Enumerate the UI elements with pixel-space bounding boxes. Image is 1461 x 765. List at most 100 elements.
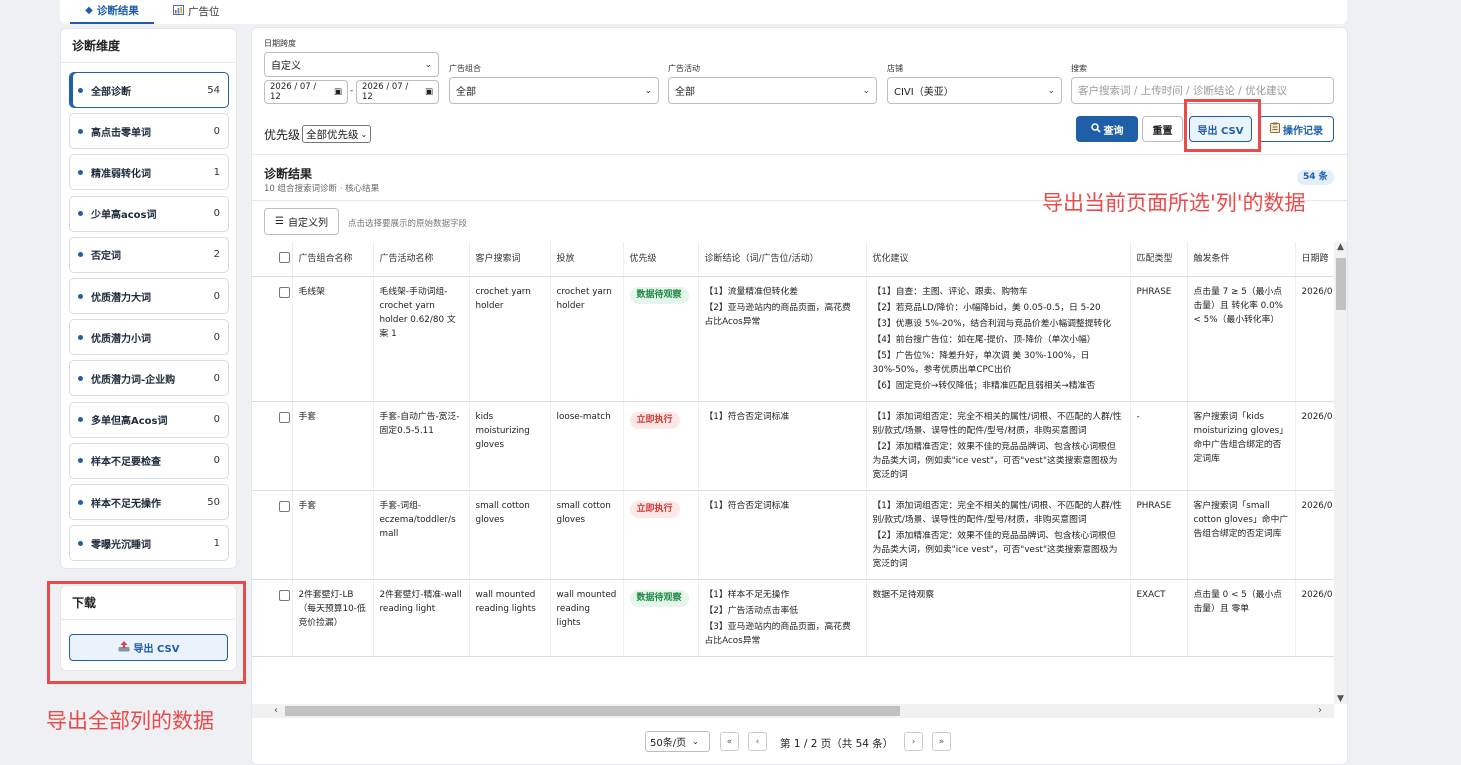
sidebar-item[interactable]: 优质潜力小词 0 [69,319,229,356]
bullet-icon [78,293,83,299]
tab-ad-placement[interactable]: 广告位 [173,0,220,24]
results-table: 广告组合名称 广告活动名称 客户搜索词 投放 优先级 诊断结论（词/广告位/活动） 优化建议… [252,242,1334,657]
sidebar-item-label: 多单但高Acos词 [91,416,168,428]
sidebar-item-count: 50 [207,496,220,508]
list-icon: ☰ [275,216,284,227]
tab-diagnosis-label: 诊断结果 [96,5,139,17]
select-all-checkbox[interactable] [279,251,290,263]
sidebar-item[interactable]: 优质潜力词-企业购 0 [69,360,229,397]
sidebar-item[interactable]: 样本不足无操作 50 [69,484,229,520]
bullet-icon [78,540,83,546]
priority-filter: 优先级 全部优先级 ⌄ [264,125,372,143]
sidebar-item[interactable]: 全部诊断 54 [69,72,229,108]
horizontal-scroll-thumb[interactable] [285,706,900,716]
table-row[interactable]: 2件套壁灯-LB（每天预算10-低竞价捡漏） 2件套壁灯-精准-wall read… [252,579,1334,657]
sidebar-item[interactable]: 样本不足要检查 0 [69,442,229,479]
column-header[interactable]: 触发条件 [1186,242,1295,277]
end-date-value: 2026 / 07 / 12 [362,82,409,102]
next-page-button[interactable]: › [904,732,923,751]
sidebar-item[interactable]: 零曝光沉睡词 1 [69,525,229,562]
targeting-cell: crochet yarn holder [549,276,623,402]
column-header[interactable]: 广告活动名称 [372,242,469,277]
column-header[interactable]: 优化建议 [865,242,1130,277]
match-type-cell: - [1129,401,1187,491]
ad-group-select[interactable]: 全部 ⌄ [449,77,659,104]
suggestion-line: 【1】自查：主图、评论、跟卖、购物车 [872,286,1028,297]
sidebar-item-count: 0 [213,208,220,220]
reset-button[interactable]: 重置 [1142,116,1183,142]
column-header[interactable]: 匹配类型 [1129,242,1187,277]
column-header[interactable]: 诊断结论（词/广告位/活动） [697,242,866,277]
clipboard-icon [1270,122,1280,136]
vertical-scroll-thumb[interactable] [1336,258,1346,310]
date-range-label: 日期跨度 [264,39,296,48]
scroll-up-icon[interactable]: ▲ [1337,242,1344,252]
trigger-cell: 点击量 0 < 5（最小点击量）且 零单 [1186,579,1295,657]
table-row[interactable]: 毛线架 毛线架-手动词组-crochet yarn holder 0.62/80 … [252,276,1334,402]
priority-select[interactable]: 全部优先级 ⌄ [302,125,372,143]
suggestion-line: 【4】前台搜广告位：如在尾-提价、顶-降价（单次小幅） [872,334,1096,345]
first-page-button[interactable]: « [720,732,739,751]
horizontal-scrollbar[interactable]: ‹ › [252,704,1334,718]
trigger-cell: 点击量 7 ≥ 5（最小点击量）且 转化率 0.0% < 5%（最小转化率） [1186,276,1295,402]
sidebar-item[interactable]: 高点击零单词 0 [69,113,229,150]
page-size-select[interactable]: 50条/页 ⌄ [645,731,710,752]
column-header[interactable]: 广告组合名称 [291,242,373,277]
store-select[interactable]: CIVI（美亚） ⌄ [887,77,1062,104]
column-header[interactable]: 优先级 [622,242,698,277]
sidebar-item[interactable]: 优质潜力大词 0 [69,278,229,314]
diagnosis-dimension-panel: 诊断维度 全部诊断 54 高点击零单词 0 精准弱转化词 1 少单高acos词 0 否定词 2 优质… [60,28,237,569]
chevron-down-icon: ⌄ [644,85,652,96]
row-checkbox[interactable] [279,286,290,298]
priority-cell: 数据待观察 [622,579,698,657]
scroll-down-icon[interactable]: ▼ [1337,694,1344,704]
store-label: 店铺 [887,64,903,73]
sidebar-item-count: 1 [213,166,220,178]
end-date-input[interactable]: 2026 / 07 / 12 ▣ [356,80,439,104]
sidebar-item-count: 0 [213,331,220,343]
prev-page-button[interactable]: ‹ [748,732,767,751]
custom-columns-button[interactable]: ☰ 自定义列 [264,208,339,235]
conclusion-cell: 【1】流量精准但转化差 【2】亚马逊站内的商品页面，高花费占比Acos异常 [697,276,866,402]
sidebar-item-label: 优质潜力词-企业购 [91,374,176,386]
column-header[interactable]: 投放 [549,242,623,277]
targeting-cell: wall mounted reading lights [549,579,623,657]
campaign-select[interactable]: 全部 ⌄ [668,77,877,104]
chevron-down-icon: ⌄ [692,737,699,746]
sidebar-item-label: 高点击零单词 [91,127,151,139]
vertical-scrollbar[interactable]: ▲ ▼ [1334,242,1347,704]
date-range-select[interactable]: 自定义 ⌄ [264,52,439,77]
chevron-down-icon: ⌄ [862,85,870,96]
operation-log-button[interactable]: 操作记录 [1259,116,1334,142]
sidebar-item[interactable]: 少单高acos词 0 [69,195,229,232]
start-date-input[interactable]: 2026 / 07 / 12 ▣ [264,80,348,104]
campaign-cell: 手套-词组-eczema/toddler/small [372,490,469,580]
last-page-button[interactable]: » [932,732,951,751]
custom-columns-hint: 点击选择要展示的原始数据字段 [348,219,468,229]
scroll-left-icon[interactable]: ‹ [274,705,278,716]
results-title: 诊断结果 [264,167,313,181]
sidebar-item-label: 样本不足要检查 [91,457,161,469]
column-header[interactable]: 客户搜索词 [468,242,550,277]
table-row[interactable]: 手套 手套-词组-eczema/toddler/small small cotton… [252,490,1334,580]
search-term-cell: crochet yarn holder [468,276,550,402]
bug-icon: ◆ [85,5,93,16]
scroll-right-icon[interactable]: › [1318,705,1322,716]
priority-tag: 数据待观察 [629,286,689,304]
conclusion-line: 【2】广告活动点击率低 [704,605,799,616]
sidebar-item[interactable]: 否定词 2 [69,236,229,273]
row-checkbox[interactable] [279,411,290,423]
column-header[interactable]: 日期跨 [1294,242,1334,277]
row-checkbox[interactable] [279,589,290,601]
sidebar-item[interactable]: 精准弱转化词 1 [69,154,229,191]
bullet-icon [78,87,83,93]
page-size-value: 50条/页 [650,738,687,749]
table-row[interactable]: 手套 手套-自动广告-宽泛-固定0.5-5.11 kids moisturizing… [252,401,1334,491]
sidebar-item[interactable]: 多单但高Acos词 0 [69,401,229,438]
ad-group-cell: 毛线架 [291,276,373,402]
query-button[interactable]: 查询 [1076,116,1138,142]
suggestion-line: 【2】若竞品LD/降价：小幅降bid，美 0.05-0.5，日 5-20 [872,302,1101,313]
row-checkbox[interactable] [279,500,290,512]
tab-diagnosis[interactable]: ◆ 诊断结果 [70,0,154,24]
conclusion-line: 【1】流量精准但转化差 [704,286,799,297]
